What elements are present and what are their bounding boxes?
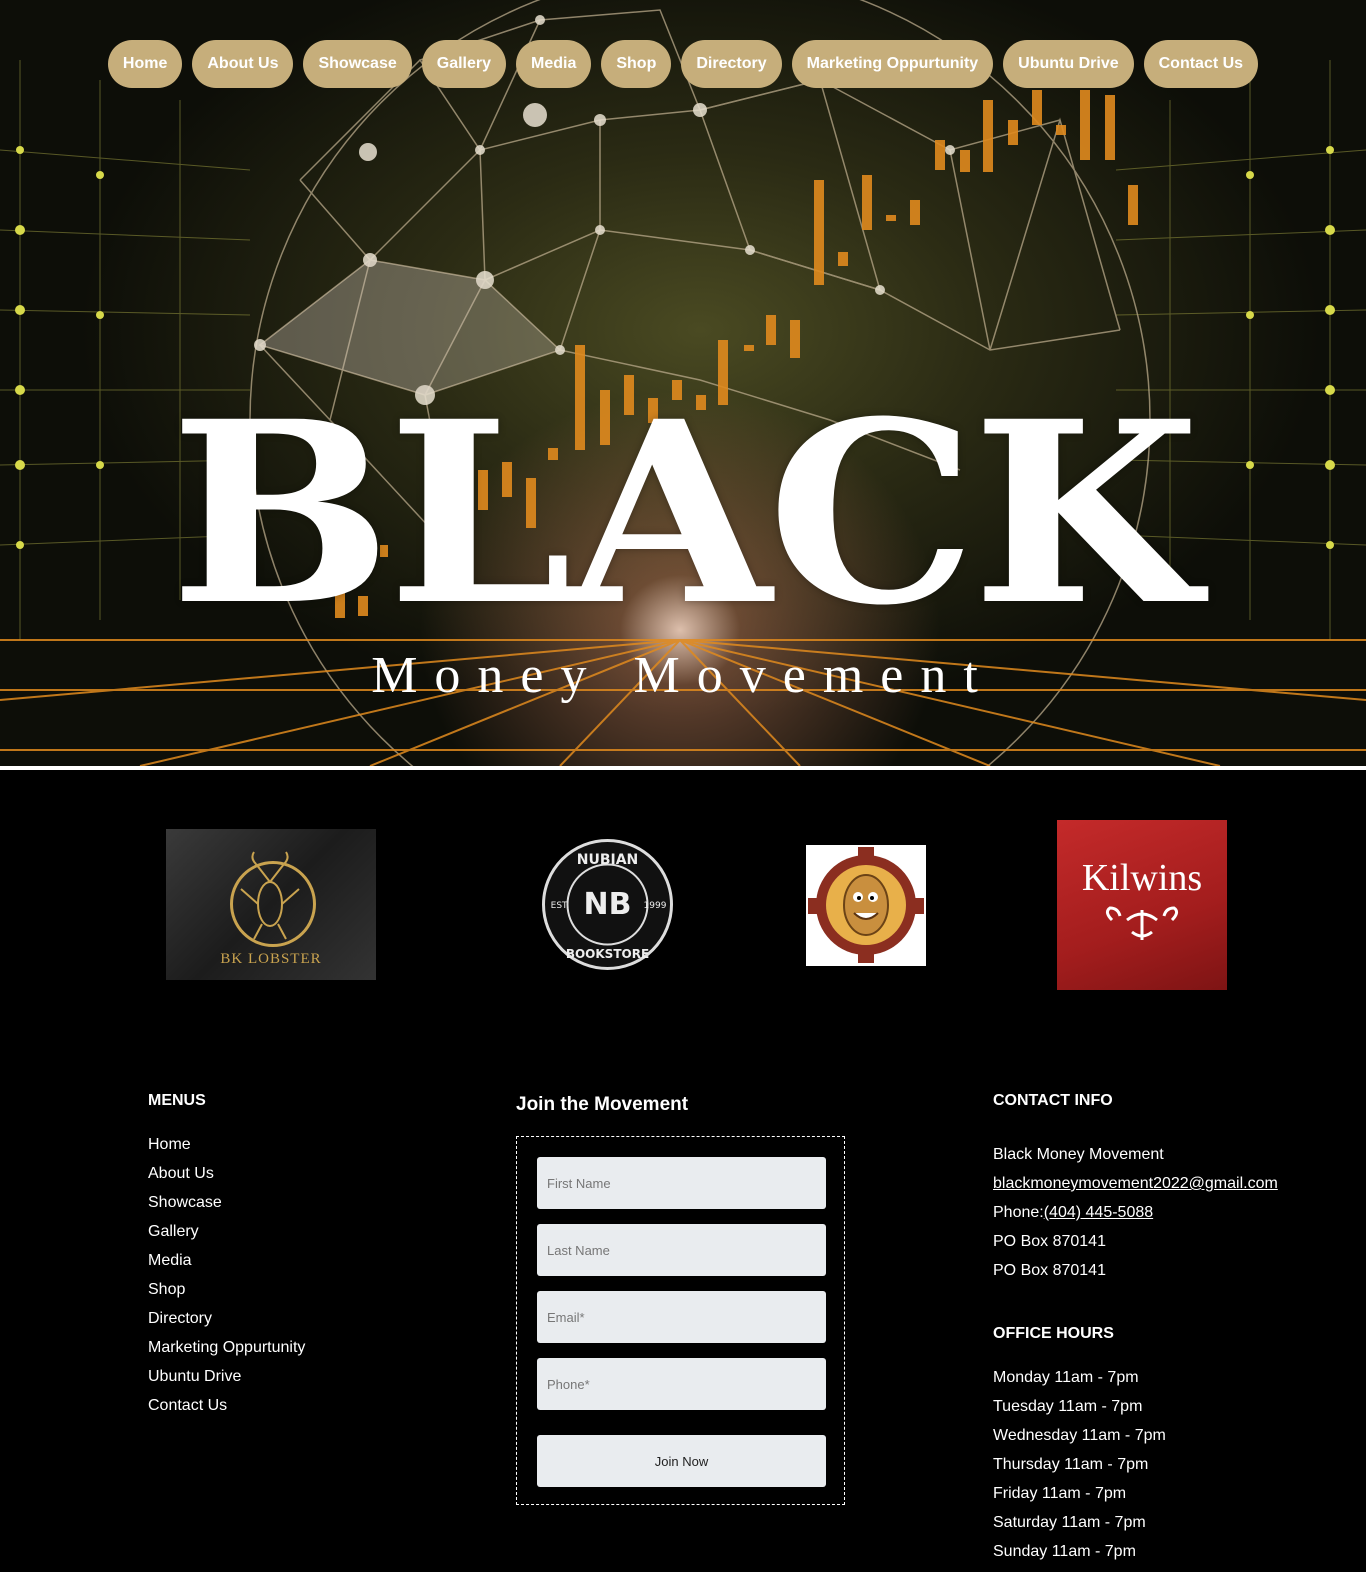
nubian-top-text: NUBIAN [577, 852, 639, 868]
join-heading: Join the Movement [516, 1094, 689, 1115]
contact-email-link[interactable]: blackmoneymovement2022@gmail.com [993, 1175, 1278, 1192]
nav-about-us[interactable]: About Us [192, 40, 294, 88]
contact-phone-link[interactable]: (404) 445-5088 [1044, 1204, 1153, 1221]
footer-link-about-us[interactable]: About Us [148, 1159, 305, 1188]
po-box-line: PO Box 870141 [993, 1233, 1106, 1250]
po-box-line-2: PO Box 870141 [993, 1262, 1106, 1279]
nubian-est-text: EST. [551, 901, 570, 911]
nav-home[interactable]: Home [107, 40, 183, 88]
nav-directory[interactable]: Directory [681, 40, 782, 88]
nav-marketing-oppurtunity[interactable]: Marketing Oppurtunity [791, 40, 994, 88]
hours-wednesday: Wednesday 11am - 7pm [993, 1427, 1166, 1444]
footer-menus: MENUS Home About Us Showcase Gallery Med… [148, 1092, 305, 1420]
phone-label: Phone: [993, 1204, 1044, 1221]
contact-email-line: blackmoneymovement2022@gmail.com [993, 1169, 1278, 1198]
potato-gear-logo[interactable] [806, 845, 926, 966]
nubian-nb-mark: NB [584, 887, 632, 922]
kilwins-logo[interactable]: Kilwins [1057, 820, 1227, 990]
email-field[interactable] [537, 1291, 826, 1343]
hours-friday: Friday 11am - 7pm [993, 1485, 1127, 1502]
nav-shop[interactable]: Shop [601, 40, 672, 88]
hours-tuesday: Tuesday 11am - 7pm [993, 1398, 1143, 1415]
footer-link-shop[interactable]: Shop [148, 1275, 305, 1304]
nav-contact-us[interactable]: Contact Us [1143, 40, 1259, 88]
nav-ubuntu-drive[interactable]: Ubuntu Drive [1003, 40, 1134, 88]
footer-link-gallery[interactable]: Gallery [148, 1217, 305, 1246]
org-name: Black Money Movement [993, 1146, 1164, 1163]
contact-info: CONTACT INFO Black Money Movement blackm… [993, 1092, 1278, 1566]
hours-monday: Monday 11am - 7pm [993, 1369, 1139, 1386]
footer-link-marketing-oppurtunity[interactable]: Marketing Oppurtunity [148, 1333, 305, 1362]
nav-media[interactable]: Media [516, 40, 592, 88]
nubian-bottom-text: BOOKSTORE [566, 947, 649, 961]
nubian-bookstore-logo[interactable]: NUBIAN NB BOOKSTORE EST. 1999 [541, 838, 674, 971]
hero-subtitle: Money Movement [371, 647, 995, 704]
site-footer: MENUS Home About Us Showcase Gallery Med… [0, 1070, 1366, 1570]
first-name-field[interactable] [537, 1157, 826, 1209]
footer-link-directory[interactable]: Directory [148, 1304, 305, 1333]
nav-gallery[interactable]: Gallery [421, 40, 507, 88]
footer-link-showcase[interactable]: Showcase [148, 1188, 305, 1217]
nav-showcase[interactable]: Showcase [303, 40, 412, 88]
main-nav: Home About Us Showcase Gallery Media Sho… [0, 40, 1366, 88]
footer-link-contact-us[interactable]: Contact Us [148, 1391, 305, 1420]
hero-banner: Home About Us Showcase Gallery Media Sho… [0, 0, 1366, 766]
join-form: Join Now [516, 1136, 845, 1505]
last-name-field[interactable] [537, 1224, 826, 1276]
contact-phone-line: Phone:(404) 445-5088 [993, 1198, 1278, 1227]
partner-logos: BK LOBSTER NUBIAN NB BOOKSTORE EST. 1999 [0, 770, 1366, 1070]
office-hours-heading: OFFICE HOURS [993, 1325, 1114, 1342]
lobster-logo-text: BK LOBSTER [220, 951, 322, 967]
footer-link-ubuntu-drive[interactable]: Ubuntu Drive [148, 1362, 305, 1391]
footer-menu-list: Home About Us Showcase Gallery Media Sho… [148, 1130, 305, 1420]
nubian-year-text: 1999 [644, 901, 667, 911]
footer-link-home[interactable]: Home [148, 1130, 305, 1159]
bk-lobster-logo[interactable]: BK LOBSTER [166, 829, 376, 980]
join-now-button[interactable]: Join Now [537, 1435, 826, 1487]
hours-sunday: Sunday 11am - 7pm [993, 1543, 1136, 1560]
contact-heading: CONTACT INFO [993, 1092, 1113, 1109]
phone-field[interactable] [537, 1358, 826, 1410]
hero-title: BLACK [169, 366, 1200, 660]
hours-saturday: Saturday 11am - 7pm [993, 1514, 1146, 1531]
hours-thursday: Thursday 11am - 7pm [993, 1456, 1149, 1473]
menus-heading: MENUS [148, 1092, 206, 1109]
join-section: Join the Movement Join Now [516, 1094, 845, 1505]
footer-link-media[interactable]: Media [148, 1246, 305, 1275]
kilwins-flourish-icon [1105, 906, 1179, 940]
